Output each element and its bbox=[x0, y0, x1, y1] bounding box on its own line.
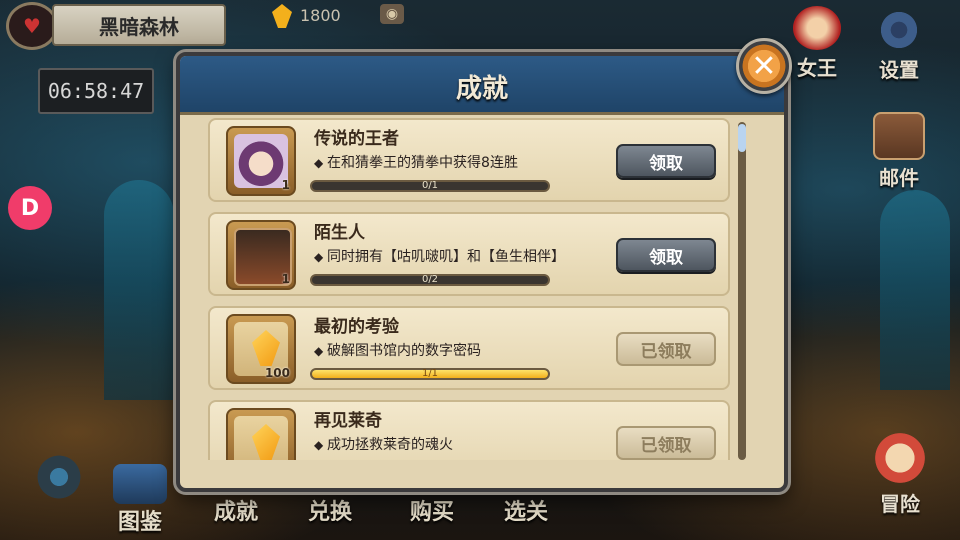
window-left bbox=[104, 180, 174, 400]
exchange-label: 兑换 bbox=[307, 500, 352, 525]
queen-icon bbox=[793, 6, 841, 50]
scrollbar-thumb[interactable] bbox=[738, 124, 746, 152]
adventure-label: 冒险 bbox=[880, 492, 920, 516]
dialog-header: 成就 bbox=[180, 56, 784, 115]
character-portrait-icon bbox=[234, 134, 288, 188]
gear-icon bbox=[875, 8, 923, 52]
mailbox-icon bbox=[873, 112, 925, 160]
reward-quantity: 1 bbox=[281, 178, 290, 192]
achievements-button[interactable]: 成就 bbox=[196, 494, 276, 526]
queen-label: 女王 bbox=[797, 56, 837, 80]
claim-button[interactable]: 领取 bbox=[616, 144, 716, 178]
close-button[interactable]: ✕ bbox=[736, 38, 792, 94]
mail-button[interactable]: 邮件 bbox=[864, 112, 934, 191]
progress-bar: 0/1 bbox=[310, 180, 550, 192]
achievement-description: 破解图书馆内的数字密码 bbox=[314, 340, 481, 360]
book-icon bbox=[113, 464, 167, 504]
gem-count: 1800 bbox=[300, 6, 341, 25]
adventure-button[interactable]: 冒险 bbox=[860, 430, 940, 517]
exchange-button[interactable]: 兑换 bbox=[290, 494, 370, 526]
achievement-description: 成功拯救莱奇的魂火 bbox=[314, 434, 453, 454]
stage-select-label: 选关 bbox=[503, 500, 548, 525]
window-right bbox=[880, 190, 950, 390]
dialog-title: 成就 bbox=[455, 74, 508, 104]
achievement-title: 传说的王者 bbox=[314, 129, 399, 149]
achievement-title: 陌生人 bbox=[314, 223, 365, 243]
claimed-button[interactable]: 已领取 bbox=[616, 426, 716, 460]
side-badge-icon[interactable]: D bbox=[8, 186, 52, 230]
heart-emblem-icon[interactable]: ♥ bbox=[6, 2, 58, 50]
achievement-title: 最初的考验 bbox=[314, 317, 399, 337]
settings-button[interactable]: 设置 bbox=[864, 8, 934, 83]
codex-button[interactable]: 图鉴 bbox=[100, 464, 180, 536]
reward-quantity: 100 bbox=[264, 366, 290, 380]
achievement-title: 再见莱奇 bbox=[314, 411, 382, 431]
mail-label: 邮件 bbox=[879, 166, 919, 190]
progress-text: 0/2 bbox=[421, 274, 439, 285]
camera-icon[interactable]: ◉ bbox=[380, 4, 404, 24]
adventure-icon bbox=[870, 430, 930, 486]
achievement-description: 同时拥有【咕叽啵叽】和【鱼生相伴】 bbox=[314, 246, 565, 266]
reward-thumbnail: 1 bbox=[226, 126, 296, 196]
scrollbar[interactable] bbox=[738, 122, 746, 460]
shop-button[interactable]: 购买 bbox=[392, 494, 472, 526]
stage-select-button[interactable]: 选关 bbox=[486, 494, 566, 526]
gem-icon bbox=[272, 4, 292, 28]
progress-text: 1/1 bbox=[421, 368, 439, 379]
achievement-description: 在和猜拳王的猜拳中获得8连胜 bbox=[314, 152, 518, 172]
achievement-row: 100 最初的考验 破解图书馆内的数字密码 1/1 已领取 bbox=[208, 306, 730, 390]
timer: 06:58:47 bbox=[38, 68, 154, 114]
achievements-label: 成就 bbox=[213, 500, 258, 525]
claimed-button[interactable]: 已领取 bbox=[616, 332, 716, 366]
achievement-list[interactable]: 1 传说的王者 在和猜拳王的猜拳中获得8连胜 0/1 领取 1 陌生人 同时拥有… bbox=[208, 118, 730, 460]
progress-text: 0/1 bbox=[421, 180, 439, 191]
compass-icon[interactable] bbox=[34, 452, 84, 502]
achievement-row: 1 陌生人 同时拥有【咕叽啵叽】和【鱼生相伴】 0/2 领取 bbox=[208, 212, 730, 296]
codex-label: 图鉴 bbox=[117, 510, 162, 535]
reward-thumbnail: 1 bbox=[226, 220, 296, 290]
achievements-dialog: 成就 1 传说的王者 在和猜拳王的猜拳中获得8连胜 0/1 领取 1 陌生人 同… bbox=[176, 52, 788, 492]
gem-reward-icon bbox=[234, 416, 288, 460]
achievement-row: 1 传说的王者 在和猜拳王的猜拳中获得8连胜 0/1 领取 bbox=[208, 118, 730, 202]
location-name: 黑暗森林 bbox=[52, 4, 226, 46]
progress-bar: 1/1 bbox=[310, 368, 550, 380]
settings-label: 设置 bbox=[879, 58, 919, 82]
reward-quantity: 1 bbox=[281, 272, 290, 286]
achievement-row: 再见莱奇 成功拯救莱奇的魂火 已领取 bbox=[208, 400, 730, 460]
shop-label: 购买 bbox=[409, 500, 454, 525]
queen-button[interactable]: 女王 bbox=[782, 6, 852, 81]
reward-thumbnail: 100 bbox=[226, 314, 296, 384]
progress-bar: 0/2 bbox=[310, 274, 550, 286]
claim-button[interactable]: 领取 bbox=[616, 238, 716, 272]
reward-thumbnail bbox=[226, 408, 296, 460]
